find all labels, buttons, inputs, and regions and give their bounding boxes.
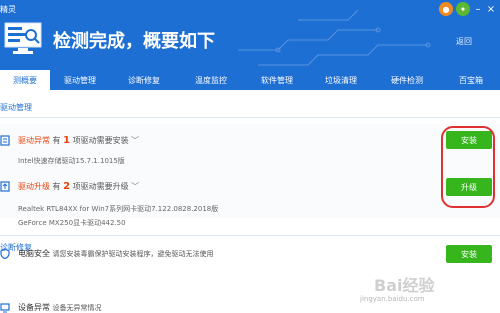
- diag-title: 电脑安全: [18, 249, 50, 258]
- header-banner: 精灵 ● ✦ – × 检测完成，概要如下 返回: [0, 0, 500, 70]
- diag-title: 设备异常: [18, 303, 50, 312]
- tab-driver-management[interactable]: 驱动管理: [50, 70, 110, 90]
- driver-detail: GeForce MX250显卡驱动442.50: [18, 219, 126, 227]
- monitor-scan-icon: [4, 22, 42, 54]
- driver-status: 驱动异常: [18, 136, 50, 145]
- tab-software[interactable]: 软件管理: [244, 70, 310, 90]
- diag-desc: 请您安装毒霸保护驱动安装程序，避免驱动无法使用: [52, 250, 214, 258]
- tab-overview[interactable]: 测概要: [0, 70, 50, 90]
- app-name: 精灵: [0, 5, 16, 14]
- chevron-down-icon[interactable]: ﹀: [131, 136, 139, 145]
- tab-toolbox[interactable]: 百宝箱: [442, 70, 500, 90]
- tab-junk-clean[interactable]: 垃圾清理: [310, 70, 372, 90]
- baidu-watermark-logo: Bai经验: [374, 276, 435, 295]
- circuit-pattern: [238, 10, 431, 66]
- upgrade-icon: [0, 181, 10, 192]
- driver-row-upgrade[interactable]: 驱动升级 有 2 项驱动需要升级 ﹀: [18, 181, 139, 192]
- baidu-watermark-text: jingyan.baidu.com: [360, 295, 425, 303]
- window-controls: ● ✦ – ×: [439, 2, 496, 16]
- tab-bar: 测概要 驱动管理 诊断修复 温度监控 软件管理 垃圾清理 硬件检测 百宝箱: [0, 70, 500, 90]
- chevron-down-icon[interactable]: ﹀: [131, 182, 139, 191]
- driver-detail: Realtek RTL84XX for Win7系列网卡驱动7.122.0828…: [18, 205, 219, 213]
- driver-detail: Intel快速存储驱动15.7.1.1015版: [18, 157, 125, 165]
- close-icon[interactable]: ×: [486, 2, 496, 16]
- page-title: 检测完成，概要如下: [53, 31, 215, 52]
- divider: [0, 117, 500, 118]
- driver-count: 1: [63, 135, 71, 146]
- minimize-icon[interactable]: –: [473, 2, 483, 16]
- diag-desc: 设备无异常情况: [52, 304, 102, 312]
- driver-count: 2: [63, 181, 71, 192]
- skin-icon[interactable]: ●: [439, 2, 453, 16]
- diag-row-device[interactable]: 设备异常 设备无异常情况: [18, 302, 102, 313]
- section-title-driver: 驱动管理: [0, 103, 32, 112]
- annotation-highlight: [441, 126, 495, 208]
- diag-row-security[interactable]: 电脑安全 请您安装毒霸保护驱动安装程序，避免驱动无法使用: [18, 248, 214, 259]
- game-icon[interactable]: ✦: [456, 2, 470, 16]
- device-icon: [0, 303, 10, 313]
- tab-temperature[interactable]: 温度监控: [178, 70, 244, 90]
- tab-hardware[interactable]: 硬件检测: [372, 70, 442, 90]
- divider: [0, 235, 500, 236]
- back-link[interactable]: 返回: [456, 36, 472, 47]
- driver-status: 驱动升级: [18, 182, 50, 191]
- driver-row-install[interactable]: 驱动异常 有 1 项驱动需要安装 ﹀: [18, 135, 139, 146]
- tab-diagnose-repair[interactable]: 诊断修复: [110, 70, 178, 90]
- shield-icon: [0, 248, 10, 259]
- install-button[interactable]: 安装: [446, 245, 492, 263]
- driver-icon: [0, 135, 10, 146]
